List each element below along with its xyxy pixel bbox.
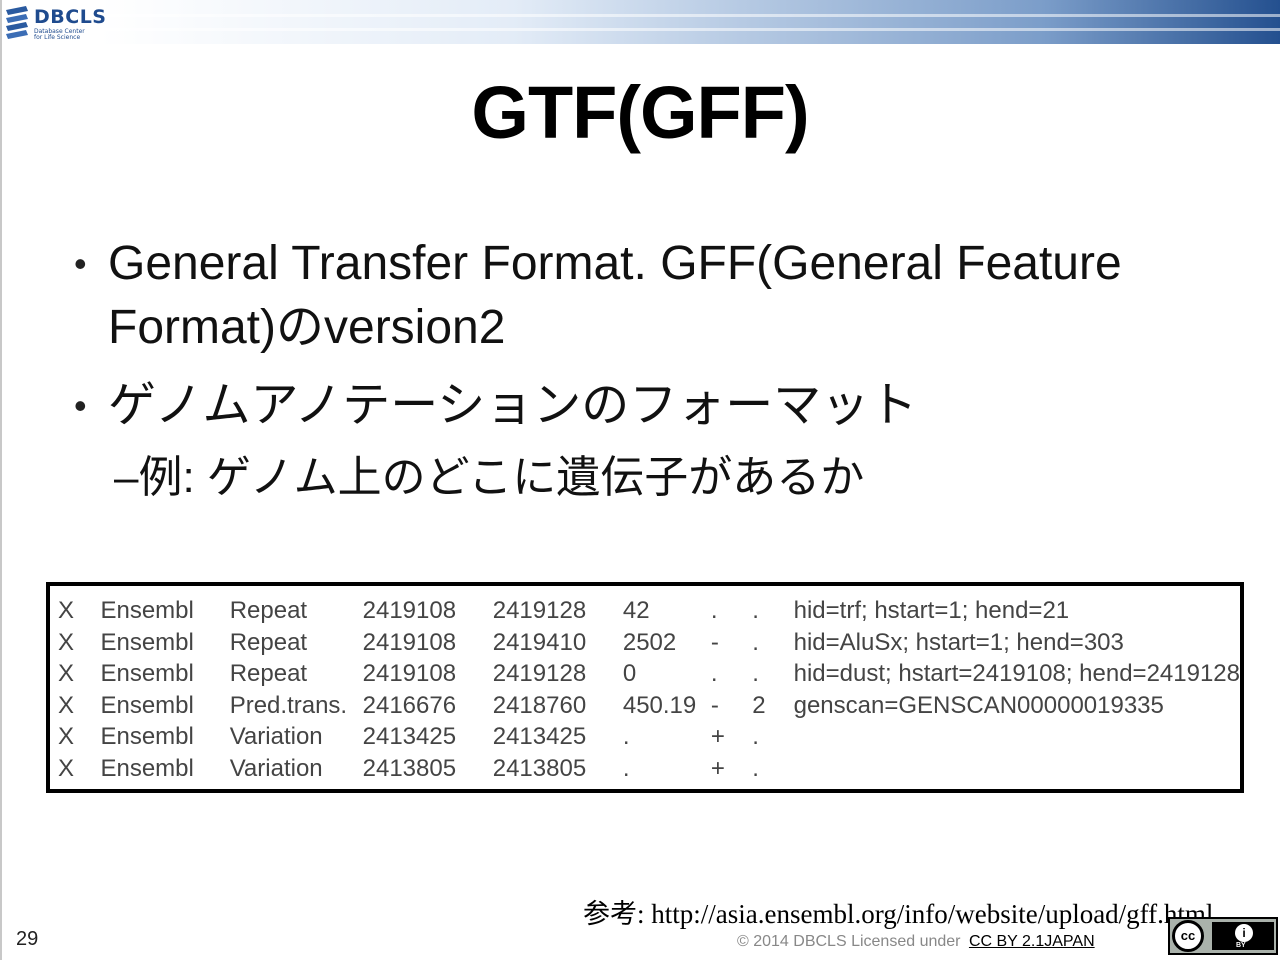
gtf-cell: Ensembl — [100, 691, 194, 719]
gtf-cell: 0 — [622, 660, 637, 687]
dbcls-logo-icon — [6, 6, 28, 39]
dbcls-logo: DBCLS Database Center for Life Science — [4, 4, 107, 44]
gtf-cell: Ensembl — [100, 723, 194, 750]
gtf-cell — [794, 753, 1240, 785]
gtf-cell: 2416676 — [362, 691, 457, 719]
gtf-cell: Ensembl — [100, 597, 194, 624]
gtf-cell: Ensembl — [100, 754, 194, 782]
gtf-cell: 2413805 — [492, 754, 587, 782]
gtf-cell: 2419410 — [492, 628, 587, 656]
gtf-cell: Variation — [229, 754, 323, 782]
gtf-row: X Ensembl Pred.trans. 2416676 2418760 450.19-… — [58, 690, 1240, 722]
gtf-row: X Ensembl Repeat 2419108 2419128 0.. hid=dust;… — [58, 658, 1240, 690]
gtf-cell: Pred.trans. — [229, 691, 348, 719]
gtf-cell: . — [710, 597, 718, 624]
by-panel: i BY — [1212, 922, 1274, 950]
cc-by-badge[interactable]: cc i BY — [1168, 917, 1278, 955]
gtf-cell: X — [58, 597, 75, 624]
logo-subtitle: Database Center for Life Science — [34, 28, 85, 41]
gtf-cell: Variation — [229, 723, 323, 750]
gtf-cell: 2419108 — [362, 660, 457, 687]
gtf-cell: hid=dust; hstart=2419108; hend=2419128 — [793, 660, 1240, 687]
gtf-example-table: X Ensembl Repeat 2419108 2419128 42.. hid=trf;… — [58, 595, 1240, 784]
gtf-cell: . — [752, 723, 759, 750]
logo-name: DBCLS — [34, 6, 107, 28]
sub-bullet-item: –例: ゲノム上のどこに遺伝子があるか — [114, 453, 865, 502]
gtf-row: X Ensembl Variation 2413425 2413425. +. — [58, 721, 1240, 753]
gtf-cell: 2418760 — [492, 691, 587, 719]
gtf-cell: . — [752, 660, 759, 687]
gtf-cell: 2419108 — [362, 628, 457, 656]
gtf-cell: 2419128 — [492, 660, 587, 687]
gtf-cell: . — [622, 754, 630, 782]
cc-icon: cc — [1172, 920, 1204, 952]
gtf-cell: Ensembl — [100, 628, 194, 656]
gtf-cell: . — [622, 723, 630, 750]
reference-url: 参考: http://asia.ensembl.org/info/website… — [583, 899, 1214, 929]
gtf-cell: X — [58, 754, 75, 782]
gtf-cell: genscan=GENSCAN00000019335 — [793, 691, 1164, 719]
license-link[interactable]: CC BY 2.1JAPAN — [969, 933, 1095, 950]
gtf-cell: X — [58, 628, 75, 656]
gtf-cell: X — [58, 691, 75, 719]
gtf-cell — [794, 721, 1240, 753]
header-gradient-band — [100, 0, 1280, 44]
gtf-cell: . — [752, 628, 759, 656]
gtf-cell: Repeat — [229, 660, 308, 687]
gtf-row: X Ensembl Repeat 2419108 2419128 42.. hid=trf;… — [58, 595, 1240, 627]
by-label: BY — [1236, 942, 1246, 949]
gtf-cell: 2502 — [622, 628, 677, 656]
gtf-cell: . — [752, 597, 759, 624]
gtf-cell: 2413805 — [362, 754, 457, 782]
gtf-cell: 2419128 — [492, 597, 587, 624]
gtf-cell: Repeat — [229, 628, 308, 656]
slide-title: GTF(GFF) — [471, 71, 809, 154]
gtf-cell: 2 — [752, 691, 766, 719]
gtf-cell: . — [752, 754, 759, 782]
gtf-example-box: X Ensembl Repeat 2419108 2419128 42.. hid=trf;… — [46, 582, 1244, 793]
bullet-item: ゲノムアノテーションのフォーマット — [70, 374, 1190, 438]
gtf-cell: - — [710, 691, 719, 719]
gtf-cell: hid=AluSx; hstart=1; hend=303 — [793, 628, 1124, 656]
gtf-cell: + — [710, 754, 725, 782]
gtf-cell: hid=trf; hstart=1; hend=21 — [793, 597, 1070, 624]
gtf-cell: - — [710, 628, 719, 656]
gtf-cell: Repeat — [229, 597, 308, 624]
page-number: 29 — [16, 928, 39, 950]
gtf-cell: X — [58, 723, 75, 750]
license-notice: © 2014 DBCLS Licensed under CC BY 2.1JAP… — [737, 933, 1095, 951]
gtf-cell: Ensembl — [100, 660, 194, 687]
bullet-item: General Transfer Format. GFF(General Fea… — [70, 232, 1190, 360]
bullet-list: General Transfer Format. GFF(General Fea… — [70, 232, 1190, 510]
gtf-cell: X — [58, 660, 75, 687]
gtf-cell: 2413425 — [492, 723, 587, 750]
license-text: © 2014 DBCLS Licensed under — [737, 933, 961, 950]
gtf-row: X Ensembl Variation 2413805 2413805. +. — [58, 753, 1240, 785]
attribution-person-icon: i — [1235, 924, 1253, 942]
gtf-cell: . — [710, 660, 718, 687]
gtf-row: X Ensembl Repeat 2419108 2419410 2502 -. hid=Al… — [58, 627, 1240, 659]
gtf-cell: + — [710, 723, 725, 750]
gtf-cell: 2413425 — [362, 723, 457, 750]
gtf-cell: 2419108 — [362, 597, 457, 624]
gtf-cell: 42 — [622, 597, 650, 624]
gtf-cell: 450.19 — [622, 691, 697, 719]
